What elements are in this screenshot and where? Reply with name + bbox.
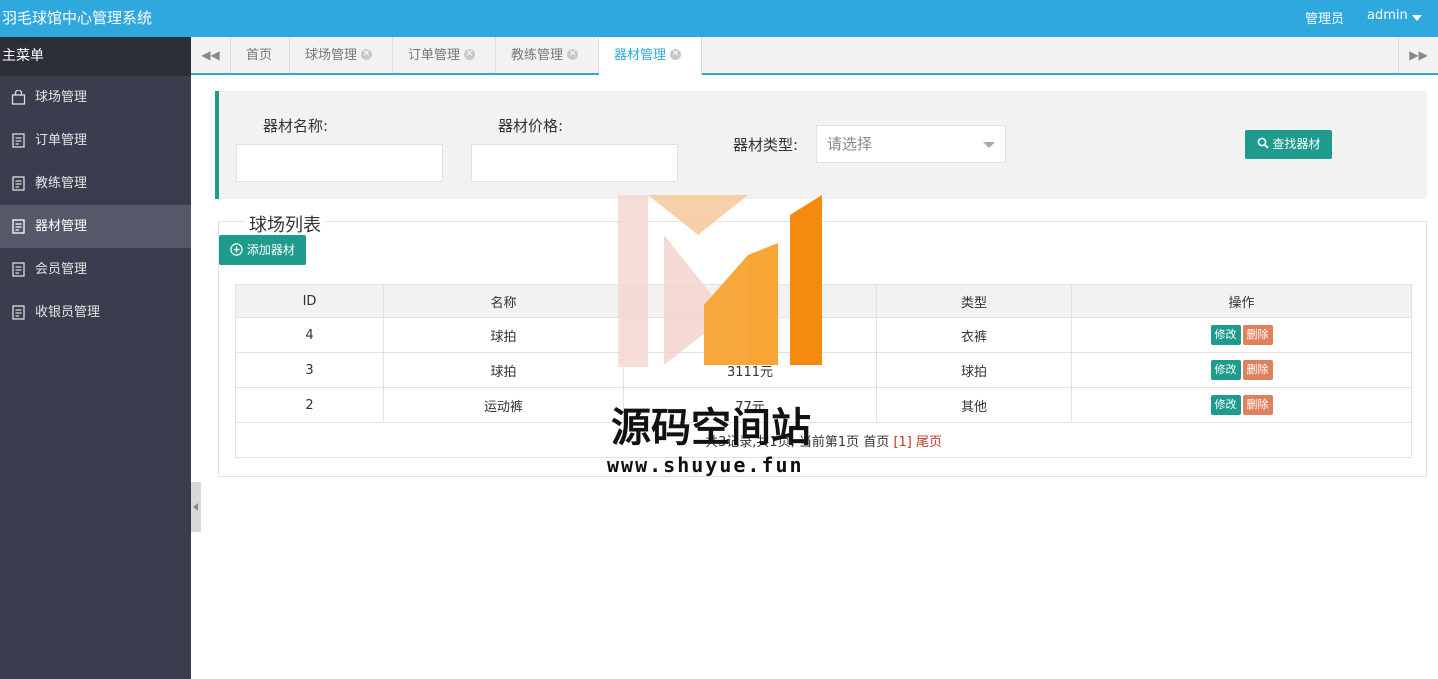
document-icon [12, 219, 25, 234]
list-title: 球场列表 [245, 211, 325, 237]
column-header-id: ID [235, 284, 384, 318]
table-header-row: ID 名称 价格 类型 操作 [235, 284, 1412, 318]
search-icon [1257, 137, 1269, 149]
cell-type: 球拍 [876, 352, 1072, 388]
tab-home[interactable]: 首页 [231, 37, 290, 73]
search-panel: 器材名称: 器材价格: 器材类型: 请选择 查找器材 [215, 91, 1427, 199]
plus-circle-icon [230, 243, 243, 256]
search-button-label: 查找器材 [1272, 137, 1321, 151]
app-title: 羽毛球馆中心管理系统 [2, 9, 153, 27]
close-icon[interactable]: ✕ [361, 49, 373, 60]
price-input[interactable] [471, 144, 678, 182]
chevron-down-icon[interactable] [1412, 15, 1422, 21]
sidebar-item-label: 教练管理 [35, 176, 88, 191]
chevron-left-icon [193, 503, 198, 511]
pager-first-link[interactable]: 首页 [863, 435, 889, 450]
cell-id: 3 [235, 352, 384, 388]
close-icon[interactable]: ✕ [464, 49, 476, 60]
edit-button[interactable]: 修改 [1210, 360, 1241, 380]
cell-actions: 修改 删除 [1071, 352, 1412, 388]
tab-orders[interactable]: 订单管理 ✕ [393, 37, 496, 73]
bag-icon [11, 90, 26, 105]
sidebar-item-coaches[interactable]: 教练管理 [0, 162, 191, 205]
tab-court[interactable]: 球场管理 ✕ [290, 37, 393, 73]
cell-actions: 修改 删除 [1071, 387, 1412, 423]
cell-name: 球拍 [383, 317, 624, 353]
sidebar-item-court[interactable]: 球场管理 [0, 76, 191, 119]
edit-button[interactable]: 修改 [1210, 325, 1241, 345]
close-icon[interactable]: ✕ [567, 49, 579, 60]
cell-type: 衣裤 [876, 317, 1072, 353]
search-button[interactable]: 查找器材 [1245, 130, 1332, 159]
table-row: 2 运动裤 77元 其他 修改 删除 [235, 387, 1412, 423]
delete-button[interactable]: 删除 [1242, 360, 1273, 380]
sidebar-item-label: 器材管理 [35, 219, 88, 234]
cell-id: 4 [235, 317, 384, 353]
tab-bar: ◀◀ 首页 球场管理 ✕ 订单管理 ✕ 教练管理 ✕ 器材管理 ✕ ▶▶ [191, 37, 1438, 75]
sidebar-item-orders[interactable]: 订单管理 [0, 119, 191, 162]
pager-current-page[interactable]: [1] [893, 435, 911, 450]
price-label: 器材价格: [498, 117, 564, 135]
document-icon [12, 262, 25, 277]
sidebar-item-label: 会员管理 [35, 262, 88, 277]
column-header-type: 类型 [876, 284, 1072, 318]
role-label: 管理员 [1305, 12, 1345, 27]
cell-name: 运动裤 [383, 387, 624, 423]
cell-type: 其他 [876, 387, 1072, 423]
pager-last-link[interactable]: 尾页 [916, 435, 942, 450]
table-row: 4 球拍 55元 衣裤 修改 删除 [235, 317, 1412, 353]
name-input[interactable] [236, 144, 443, 182]
cell-price: 55元 [623, 317, 877, 353]
type-select-placeholder: 请选择 [827, 135, 873, 153]
type-label: 器材类型: [733, 136, 799, 154]
cell-id: 2 [235, 387, 384, 423]
type-select[interactable]: 请选择 [816, 125, 1006, 163]
tab-scroll-left-icon[interactable]: ◀◀ [191, 37, 231, 73]
sidebar-header: 主菜单 [0, 37, 191, 76]
table-row: 3 球拍 3111元 球拍 修改 删除 [235, 352, 1412, 388]
tab-label: 首页 [246, 48, 273, 63]
close-icon[interactable]: ✕ [670, 49, 682, 60]
delete-button[interactable]: 删除 [1242, 325, 1273, 345]
top-bar: 羽毛球馆中心管理系统 管理员 admin [0, 0, 1438, 37]
document-icon [12, 305, 25, 320]
tab-equipment[interactable]: 器材管理 ✕ [599, 37, 702, 75]
column-header-actions: 操作 [1071, 284, 1412, 318]
pager-row: 共3记录,共1页, 当前第1页 首页 [1] 尾页 [235, 422, 1412, 458]
tab-scroll-right-icon[interactable]: ▶▶ [1398, 37, 1438, 73]
column-header-price: 价格 [623, 284, 877, 318]
document-icon [12, 176, 25, 191]
sidebar-item-label: 收银员管理 [35, 305, 101, 320]
sidebar-item-cashiers[interactable]: 收银员管理 [0, 291, 191, 334]
list-panel: 球场列表 添加器材 ID 名称 价格 类型 操作 4 球拍 55元 衣裤 修改 … [218, 211, 1427, 477]
pager: 共3记录,共1页, 当前第1页 首页 [1] 尾页 [235, 422, 1412, 458]
tab-coaches[interactable]: 教练管理 ✕ [496, 37, 599, 73]
cell-name: 球拍 [383, 352, 624, 388]
column-header-name: 名称 [383, 284, 624, 318]
sidebar-item-label: 球场管理 [35, 90, 88, 105]
user-menu[interactable]: admin [1367, 8, 1408, 23]
sidebar-item-members[interactable]: 会员管理 [0, 248, 191, 291]
add-button-label: 添加器材 [246, 243, 295, 257]
equipment-table: ID 名称 价格 类型 操作 4 球拍 55元 衣裤 修改 删除 3 球拍 311… [235, 284, 1412, 458]
tab-label: 球场管理 [305, 48, 358, 63]
chevron-down-icon [983, 142, 995, 148]
sidebar-item-label: 订单管理 [35, 133, 88, 148]
sidebar: 主菜单 球场管理 订单管理 教练管理 器材管理 会员管理 收银员管理 [0, 37, 191, 679]
sidebar-collapse-toggle[interactable] [191, 482, 201, 532]
name-label: 器材名称: [263, 117, 329, 135]
cell-actions: 修改 删除 [1071, 317, 1412, 353]
sidebar-item-equipment[interactable]: 器材管理 [0, 205, 191, 248]
cell-price: 77元 [623, 387, 877, 423]
cell-price: 3111元 [623, 352, 877, 388]
document-icon [12, 133, 25, 148]
tab-label: 器材管理 [614, 48, 667, 63]
tab-label: 订单管理 [408, 48, 461, 63]
edit-button[interactable]: 修改 [1210, 395, 1241, 415]
add-equipment-button[interactable]: 添加器材 [219, 235, 306, 265]
tab-label: 教练管理 [511, 48, 564, 63]
pager-summary: 共3记录,共1页, 当前第1页 [704, 434, 860, 450]
delete-button[interactable]: 删除 [1242, 395, 1273, 415]
